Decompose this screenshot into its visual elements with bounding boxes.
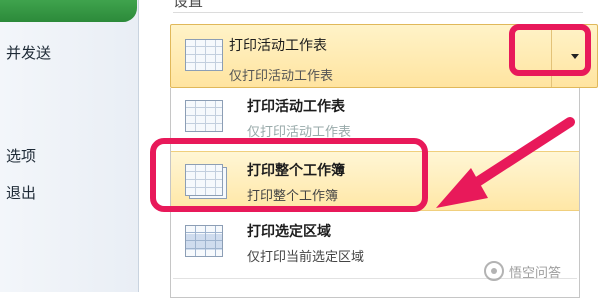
- backstage-nav: 并发送 选项 退出: [0, 0, 139, 292]
- sheet-icon: [185, 100, 223, 132]
- menu-item-subtitle: 仅打印当前选定区域: [247, 250, 365, 265]
- menu-item-title: 打印选定区域: [247, 224, 331, 240]
- dropdown-selected-title: 打印活动工作表: [229, 38, 327, 54]
- settings-heading: 设置: [173, 0, 204, 10]
- highlight-box-dropdown-arrow: [509, 24, 591, 76]
- highlight-box-entire-workbook: [150, 138, 428, 212]
- watermark: 悟空问答: [484, 258, 561, 284]
- nav-selected-tab[interactable]: [0, 0, 137, 22]
- heading-divider: [173, 12, 583, 13]
- dropdown-selected-subtitle: 仅打印活动工作表: [229, 69, 334, 84]
- selection-icon: [185, 225, 223, 257]
- nav-item-exit[interactable]: 退出: [6, 182, 36, 203]
- watermark-text: 悟空问答: [509, 265, 562, 281]
- sheet-icon: [185, 39, 223, 71]
- menu-item-title: 打印活动工作表: [247, 99, 345, 115]
- nav-item-options[interactable]: 选项: [6, 145, 36, 166]
- nav-item-share[interactable]: 并发送: [6, 42, 51, 63]
- wukong-logo-icon: [484, 261, 504, 281]
